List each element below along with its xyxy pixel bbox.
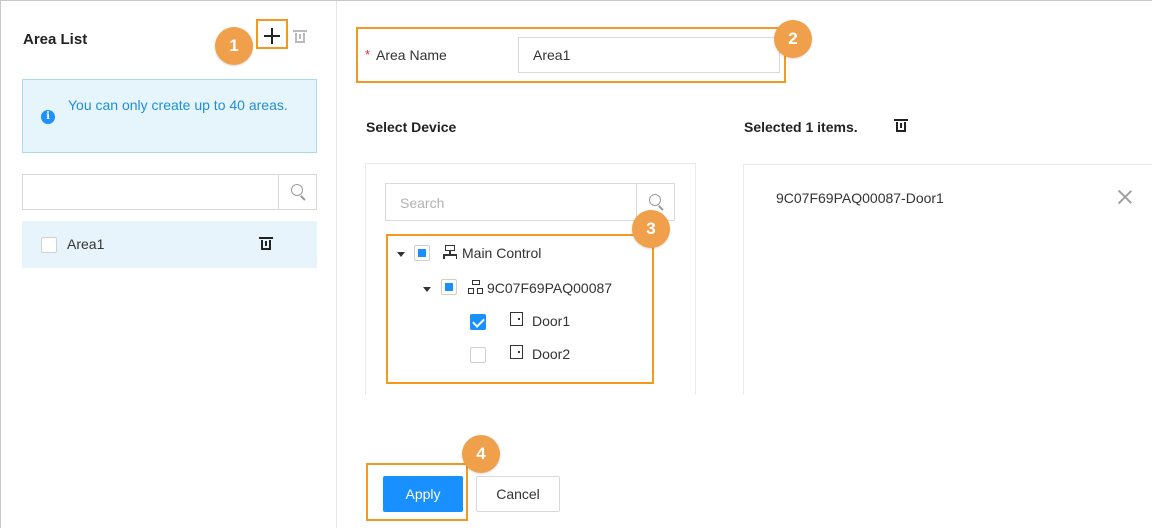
area-search-input[interactable]: [22, 174, 317, 210]
callout-badge-1: 1: [215, 27, 253, 65]
area-checkbox[interactable]: [41, 237, 57, 253]
close-icon[interactable]: [1118, 190, 1132, 204]
delete-area-item-icon[interactable]: [259, 237, 273, 250]
selected-item-label: 9C07F69PAQ00087-Door1: [776, 190, 944, 206]
device-search-input[interactable]: Search: [385, 183, 675, 221]
info-message: You can only create up to 40 areas.: [68, 97, 288, 113]
callout-badge-4: 4: [462, 435, 500, 473]
clear-selected-icon[interactable]: [894, 119, 908, 132]
cancel-button[interactable]: Cancel: [476, 476, 560, 512]
area-list-item[interactable]: Area1: [22, 221, 317, 268]
area-item-label: Area1: [67, 236, 105, 252]
search-icon: [291, 184, 303, 196]
area-list-title: Area List: [23, 31, 88, 48]
annotation-box-area-name: [356, 27, 786, 83]
annotation-box-add: [256, 19, 288, 49]
search-icon: [649, 194, 661, 206]
device-search-placeholder: Search: [400, 195, 445, 211]
callout-badge-2: 2: [774, 20, 812, 58]
delete-area-icon[interactable]: [293, 30, 307, 43]
annotation-box-tree: [386, 234, 654, 384]
info-alert: i You can only create up to 40 areas.: [22, 79, 317, 153]
annotation-box-apply: [366, 463, 468, 521]
select-device-title: Select Device: [366, 119, 457, 135]
info-icon: i: [41, 110, 55, 124]
callout-badge-3: 3: [632, 210, 670, 248]
area-search-button[interactable]: [278, 175, 316, 209]
selected-items-title: Selected 1 items.: [744, 119, 858, 135]
